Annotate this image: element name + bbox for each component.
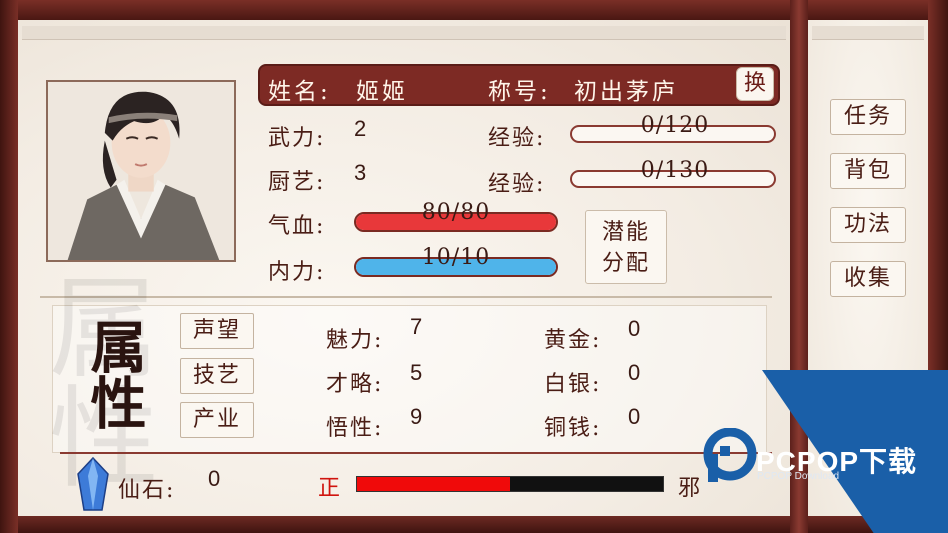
bottom-divider: [60, 452, 772, 454]
allocate-potential-button[interactable]: 潜能 分配: [585, 210, 667, 284]
martial-label: 武力:: [268, 126, 326, 151]
insight-value: 9: [410, 404, 423, 429]
name-label: 姓名:: [268, 79, 331, 105]
exp1-label: 经验:: [488, 126, 546, 151]
cooking-value: 3: [354, 160, 367, 185]
allocate-label-line1: 潜能: [601, 220, 650, 245]
silver-label: 白银:: [544, 372, 602, 397]
exp2-value: 0/130: [640, 158, 710, 183]
exp1-bar: 0/120: [570, 113, 776, 143]
quests-button[interactable]: 任务: [830, 99, 906, 135]
charm-label: 魅力:: [326, 328, 384, 353]
character-portrait-image: [48, 82, 234, 260]
alignment-bar-fill: [357, 477, 510, 491]
mp-value: 10/10: [421, 245, 491, 270]
spirit-stone-label: 仙石:: [118, 478, 176, 503]
name-bar: 姓名: 姬姬 称号: 初出茅庐: [258, 64, 780, 106]
martial-value: 2: [354, 116, 367, 141]
allocate-label-line2: 分配: [601, 251, 650, 276]
mp-label: 内力:: [268, 260, 326, 285]
exp1-value: 0/120: [640, 113, 710, 138]
reputation-button[interactable]: 声望: [180, 313, 254, 349]
swap-title-button[interactable]: 换: [736, 67, 774, 101]
character-title: 初出茅庐: [574, 79, 678, 105]
insight-label: 悟性:: [326, 416, 384, 441]
copper-label: 铜钱:: [544, 416, 602, 441]
side-panel-top-strip: [812, 26, 924, 40]
evil-label: 邪: [678, 476, 701, 501]
gold-value: 0: [628, 316, 641, 341]
gold-label: 黄金:: [544, 328, 602, 353]
copper-value: 0: [628, 404, 641, 429]
kungfu-button[interactable]: 功法: [830, 207, 906, 243]
pcpop-logo-icon: [703, 428, 757, 482]
silver-value: 0: [628, 360, 641, 385]
left-post: [0, 0, 18, 533]
character-name: 姬姬: [356, 79, 408, 105]
spirit-stone-value: 0: [208, 466, 221, 491]
alignment-bar: [356, 476, 664, 492]
hp-label: 气血:: [268, 214, 326, 239]
strategy-value: 5: [410, 360, 423, 385]
bag-button[interactable]: 背包: [830, 153, 906, 189]
skills-button[interactable]: 技艺: [180, 358, 254, 394]
righteous-label: 正: [318, 476, 341, 501]
title-label: 称号:: [488, 79, 551, 105]
panel-top-strip: [22, 26, 786, 40]
strategy-label: 才略:: [326, 372, 384, 397]
cooking-label: 厨艺:: [268, 170, 326, 195]
hp-value: 80/80: [421, 200, 491, 225]
collection-button[interactable]: 收集: [830, 261, 906, 297]
charm-value: 7: [410, 314, 423, 339]
character-portrait: [46, 80, 236, 262]
exp2-bar: 0/130: [570, 158, 776, 188]
watermark-sub: PCPOP Download: [757, 471, 840, 482]
property-button[interactable]: 产业: [180, 402, 254, 438]
attributes-calligraphy: 属性: [81, 318, 147, 430]
exp2-label: 经验:: [488, 172, 546, 197]
spirit-stone-icon: [77, 456, 109, 511]
